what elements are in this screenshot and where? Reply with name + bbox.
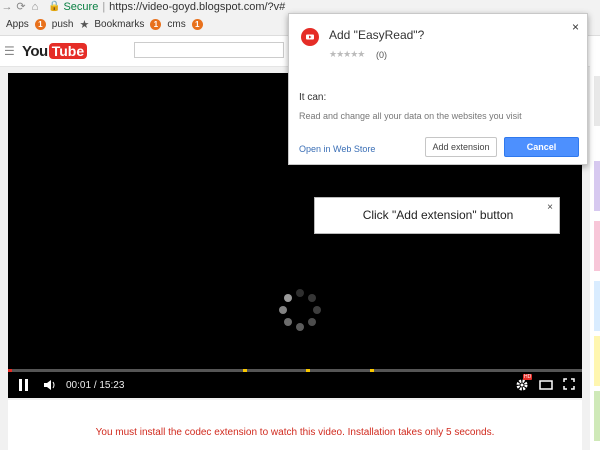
bookmark-push[interactable]: 1 push <box>34 18 74 30</box>
ad-marker <box>243 369 248 372</box>
lock-icon: 🔒 <box>48 1 61 12</box>
volume-button[interactable] <box>43 378 57 395</box>
time-display: 00:01 / 15:23 <box>66 380 124 391</box>
current-time: 00:01 <box>66 380 92 391</box>
rating-count: (0) <box>376 50 387 60</box>
time-separator: / <box>93 380 97 391</box>
fullscreen-icon <box>563 378 575 390</box>
ad-marker <box>306 369 311 372</box>
search-input[interactable] <box>134 42 284 58</box>
side-color-block <box>594 391 600 441</box>
bookmark-badge: 1 <box>34 18 46 30</box>
side-color-block <box>594 221 600 271</box>
player-controls: 00:01 / 15:23 HD <box>8 373 582 398</box>
duration: 15:23 <box>99 380 125 391</box>
side-color-block <box>594 336 600 386</box>
side-color-block <box>594 76 600 126</box>
side-color-block <box>594 281 600 331</box>
permission-text: Read and change all your data on the web… <box>299 111 522 121</box>
side-color-block <box>594 161 600 211</box>
bookmark-cms[interactable]: 1 cms 1 <box>150 18 208 30</box>
url-text[interactable]: https://video-goyd.blogspot.com/?v# <box>109 1 285 13</box>
bookmark-badge: 1 <box>150 18 162 30</box>
tooltip-close-icon[interactable]: × <box>547 202 553 213</box>
fullscreen-button[interactable] <box>563 378 575 393</box>
back-arrow-icon[interactable]: → <box>0 1 14 13</box>
cancel-button[interactable]: Cancel <box>504 137 579 157</box>
logo-you: You <box>22 42 48 60</box>
ad-marker <box>369 369 374 372</box>
progress-bar[interactable] <box>8 369 582 372</box>
hd-badge: HD <box>523 374 533 380</box>
bookmark-badge: 1 <box>191 18 203 30</box>
instruction-tooltip: Click "Add extension" button × <box>314 197 560 234</box>
url-separator: | <box>102 0 106 13</box>
side-strip <box>590 66 600 450</box>
loading-spinner-icon <box>279 289 321 331</box>
add-extension-button[interactable]: Add extension <box>425 137 497 157</box>
notice-text: You must install the codec extension to … <box>95 427 495 438</box>
home-icon[interactable]: ⌂ <box>28 1 42 13</box>
settings-button[interactable]: HD <box>515 374 533 395</box>
bookmark-label: Bookmarks <box>94 18 145 30</box>
rating-stars: ★★★★★ <box>329 49 365 59</box>
it-can-label: It can: <box>299 92 327 103</box>
bookmark-label: cms <box>167 18 186 30</box>
pause-icon <box>19 379 28 391</box>
add-extension-dialog: Add "EasyRead"? ★★★★★ (0) × It can: Read… <box>288 13 588 165</box>
menu-icon[interactable]: ☰ <box>4 44 15 58</box>
bookmark-apps[interactable]: Apps <box>6 19 29 30</box>
dialog-title: Add "EasyRead"? <box>329 28 425 42</box>
star-icon: ★ <box>79 18 90 31</box>
secure-label: Secure <box>63 0 99 13</box>
web-store-link[interactable]: Open in Web Store <box>299 144 375 154</box>
address-bar: → ⟳ ⌂ 🔒 Secure | https://video-goyd.blog… <box>0 0 600 13</box>
extension-icon <box>301 28 319 46</box>
pause-button[interactable] <box>18 378 30 395</box>
bookmark-label: Apps <box>6 18 29 30</box>
bookmark-label: push <box>51 18 74 30</box>
bookmark-bookmarks[interactable]: ★ Bookmarks <box>79 18 144 31</box>
logo-tube: Tube <box>48 43 88 59</box>
install-notice: You must install the codec extension to … <box>8 400 582 450</box>
dialog-close-icon[interactable]: × <box>572 20 579 34</box>
gear-icon <box>516 379 528 391</box>
reload-icon[interactable]: ⟳ <box>14 0 28 13</box>
volume-icon <box>44 380 55 390</box>
progress-fill <box>8 369 12 372</box>
theater-icon <box>539 380 553 390</box>
youtube-logo[interactable]: You Tube <box>22 42 88 60</box>
theater-mode-button[interactable] <box>539 378 553 395</box>
tooltip-text: Click "Add extension" button <box>362 208 514 222</box>
